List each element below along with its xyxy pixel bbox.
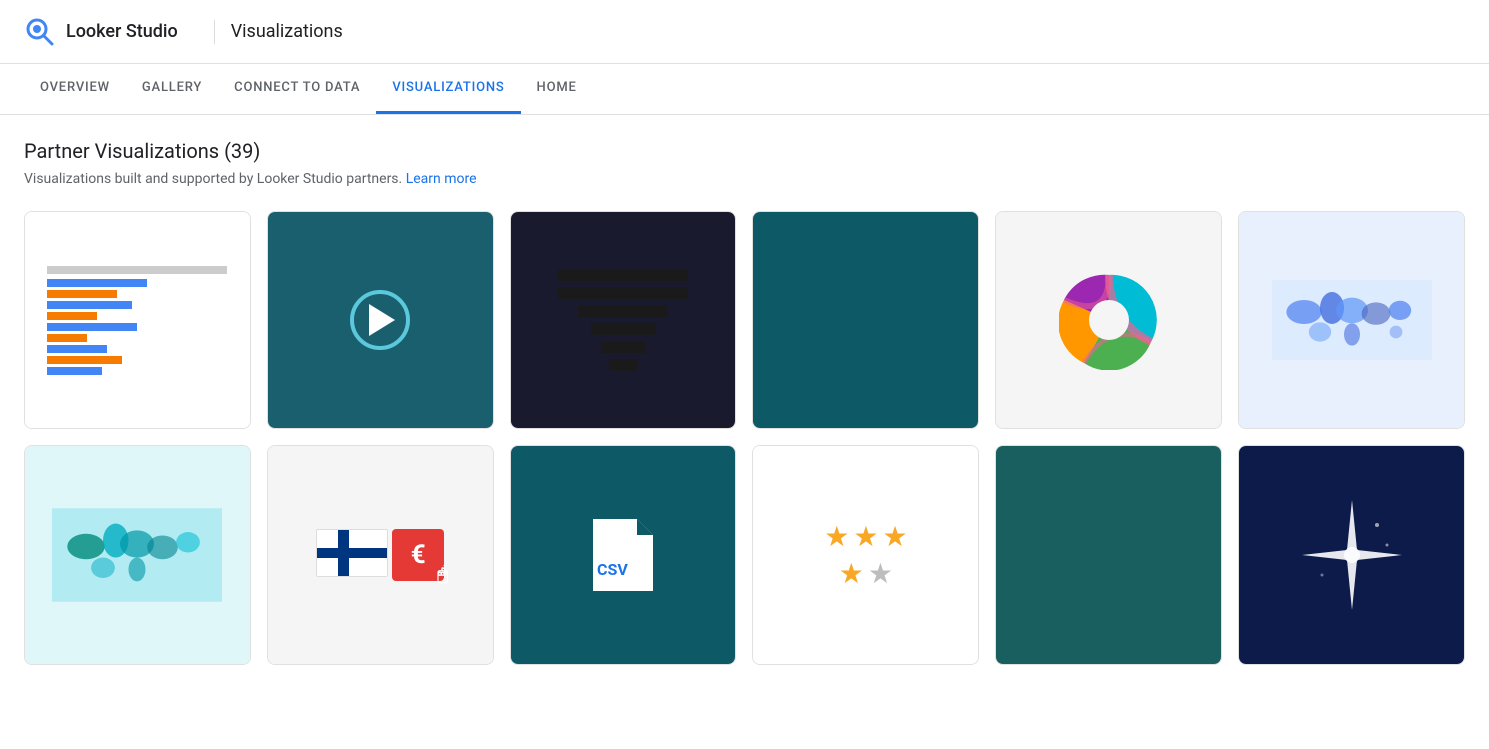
funnel-bar-6 [609, 359, 637, 371]
card-country-currency[interactable]: € 🖱 Country/Currency Selector By Superme… [267, 445, 494, 665]
star-4-icon: ★ [839, 557, 864, 590]
card-choropleth[interactable]: Choropleth Map By Data Science Campus Ch… [1238, 211, 1465, 429]
card-info: CSV Filter Control By Romain Vialard A f… [511, 664, 736, 665]
main-content: Partner Visualizations (39) Visualizatio… [0, 115, 1489, 705]
card-info: Data Studio Vega Viz By Jerry Chen A Dat… [1239, 664, 1464, 665]
learn-more-link[interactable]: Learn more [406, 171, 477, 187]
card-info: Animated bar chart By Analytics Buddy Vi… [25, 428, 250, 429]
logo-area: Looker Studio [24, 16, 178, 48]
app-header: Looker Studio Visualizations [0, 0, 1489, 64]
funnel-bar-5 [601, 341, 646, 353]
svg-text:CSV: CSV [597, 560, 628, 579]
card-autoplay[interactable]: Auto Play By Romain Vialard Filter your … [267, 211, 494, 429]
csv-file-icon: CSV [593, 519, 653, 591]
card-vega[interactable]: Data Studio Vega Viz By Jerry Chen A Dat… [1238, 445, 1465, 665]
thumb-animated-bar [25, 212, 250, 428]
nav-gallery[interactable]: GALLERY [126, 64, 218, 114]
country-combo-preview: € 🖱 [316, 529, 444, 581]
subtitle-text: Visualizations built and supported by Lo… [24, 171, 402, 187]
card-info: Cards View By Romain Vialard Organize yo… [753, 428, 978, 429]
play-triangle-icon [369, 304, 395, 336]
funnel-bar-4 [591, 323, 656, 335]
star-1-icon: ★ [824, 520, 849, 553]
star-3-icon: ★ [882, 520, 907, 553]
stars-preview: ★ ★ ★ ★ ★ [821, 520, 911, 590]
card-info: Customer Reviews By Baguette Engineering… [753, 664, 978, 665]
header-divider [214, 20, 215, 44]
thumb-csv: CSV [511, 446, 736, 664]
card-info: Auto Play By Romain Vialard Filter your … [268, 428, 493, 429]
thumb-choropleth [1239, 212, 1464, 428]
bar-chart-preview [47, 266, 227, 375]
main-nav: OVERVIEW GALLERY CONNECT TO DATA VISUALI… [0, 64, 1489, 115]
nav-visualizations[interactable]: VISUALIZATIONS [376, 64, 520, 114]
euro-badge-icon: € 🖱 [392, 529, 444, 581]
nav-connect[interactable]: CONNECT TO DATA [218, 64, 376, 114]
star-2-icon: ★ [853, 520, 878, 553]
card-cards-view[interactable]: Cards View By Romain Vialard Organize yo… [752, 211, 979, 429]
thumb-funnel [511, 212, 736, 428]
nav-home[interactable]: HOME [521, 64, 593, 114]
page-title: Visualizations [231, 21, 343, 42]
thumb-chord [996, 212, 1221, 428]
card-customer-reviews[interactable]: ★ ★ ★ ★ ★ Customer Reviews By Baguette E… [752, 445, 979, 665]
looker-logo-icon [24, 16, 56, 48]
card-info: Ayima Funnel Chart By Ayima Funnel chart… [511, 428, 736, 429]
viz-grid-row1: Animated bar chart By Analytics Buddy Vi… [24, 211, 1465, 429]
card-info: CustomTable By Thomas Langnau Table Viz … [996, 664, 1221, 665]
world-map-lite-icon [52, 500, 222, 610]
card-chord[interactable]: Chord Diagram – Email Inte… By Email Met… [995, 211, 1222, 429]
funnel-bar-2 [558, 287, 688, 299]
card-animated-bar[interactable]: Animated bar chart By Analytics Buddy Vi… [24, 211, 251, 429]
chord-svg [1059, 270, 1159, 370]
cursor-pointer-icon: 🖱 [437, 564, 448, 585]
card-info: Country/Currency Selector By Supermetric… [268, 664, 493, 665]
nav-overview[interactable]: OVERVIEW [24, 64, 126, 114]
section-subtitle: Visualizations built and supported by Lo… [24, 171, 1465, 187]
card-funnel[interactable]: Ayima Funnel Chart By Ayima Funnel chart… [510, 211, 737, 429]
funnel-bar-3 [578, 305, 668, 317]
vega-compass-icon [1292, 495, 1412, 615]
funnel-bar-1 [558, 269, 688, 281]
thumb-cards-view [753, 212, 978, 428]
card-info: Choropleth Map By Data Science Campus Ch… [1239, 428, 1464, 429]
thumb-autoplay [268, 212, 493, 428]
world-map-icon [1272, 280, 1432, 360]
thumb-customer-reviews: ★ ★ ★ ★ ★ [753, 446, 978, 664]
viz-grid-row2: Choropleth Map (lite) By Data Science Ca… [24, 445, 1465, 665]
card-customtable[interactable]: CustomTable By Thomas Langnau Table Viz … [995, 445, 1222, 665]
thumb-customtable [996, 446, 1221, 664]
star-5-icon: ★ [868, 557, 893, 590]
app-name: Looker Studio [66, 21, 178, 42]
thumb-choropleth-lite [25, 446, 250, 664]
card-info: Choropleth Map (lite) By Data Science Ca… [25, 664, 250, 665]
card-choropleth-lite[interactable]: Choropleth Map (lite) By Data Science Ca… [24, 445, 251, 665]
section-title: Partner Visualizations (39) [24, 139, 1465, 163]
finland-flag-icon [316, 529, 388, 577]
thumb-vega [1239, 446, 1464, 664]
card-csv[interactable]: CSV CSV Filter Control By Romain Vialard… [510, 445, 737, 665]
play-button-icon [350, 290, 410, 350]
card-info: Chord Diagram – Email Inte… By Email Met… [996, 428, 1221, 429]
thumb-country-currency: € 🖱 [268, 446, 493, 664]
